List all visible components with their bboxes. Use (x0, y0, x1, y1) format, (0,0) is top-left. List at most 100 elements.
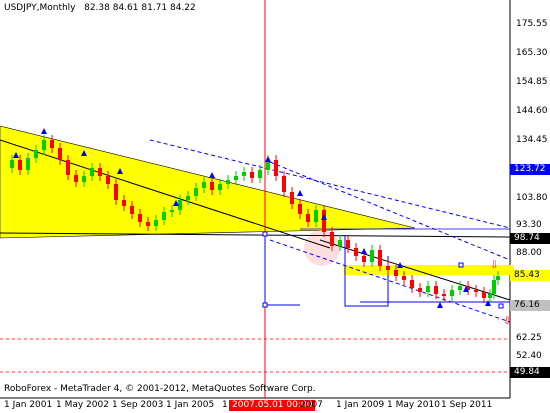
candle-body (218, 184, 222, 190)
candle-body (82, 176, 86, 182)
candle-body (74, 175, 78, 182)
candle-body (114, 184, 118, 200)
candle-body (154, 220, 158, 226)
fractal-arrow-icon (265, 156, 271, 162)
price-label: 154.85 (516, 77, 548, 87)
candle-body (442, 294, 446, 296)
price-tag-98: 98.74 (510, 233, 550, 244)
price-label: 62.25 (516, 333, 542, 343)
price-label: 165.30 (516, 48, 548, 58)
candle-body (98, 168, 102, 176)
date-label: 1 Jan 2001 (4, 400, 53, 410)
candle-body (474, 290, 478, 292)
candle-body (370, 250, 374, 262)
candle-body (18, 160, 22, 170)
price-label: 175.55 (516, 19, 548, 29)
candle-body (496, 276, 500, 280)
candle-body (298, 204, 302, 214)
forecast-up-arrow-icon: ⇩ (490, 260, 498, 271)
candle-body (50, 140, 54, 148)
candle-body (138, 214, 142, 222)
candle-body (162, 212, 166, 220)
candle-body (346, 240, 350, 248)
candle-body (458, 286, 462, 290)
candle-body (394, 270, 398, 276)
candle-body (338, 240, 342, 246)
candle-body (90, 168, 94, 176)
candle-body (226, 180, 230, 184)
candle-body (186, 196, 190, 200)
price-label: 88.00 (516, 248, 542, 258)
candle-body (258, 170, 262, 178)
price-tag-76: 76.16 (510, 300, 550, 311)
date-label-prefix: 1 (222, 400, 228, 410)
yellow-triangle-zone (0, 125, 416, 239)
candle-body (42, 140, 46, 150)
candle-body (242, 172, 246, 176)
ohlc-values: 82.38 84.61 81.71 84.22 (84, 3, 196, 13)
candle-body (322, 210, 326, 232)
fractal-arrow-icon (209, 172, 215, 178)
candle-body (274, 160, 278, 176)
candle-body (250, 172, 254, 178)
candle-body (106, 176, 110, 184)
candle-body (418, 288, 422, 292)
fractal-arrow-icon (297, 190, 303, 196)
fractal-arrow-icon (361, 248, 367, 254)
candle-body (386, 266, 390, 270)
candle-body (410, 280, 414, 288)
candle-body (402, 276, 406, 280)
price-tag-123: 123.72 (510, 164, 550, 175)
candle-body (282, 176, 286, 192)
symbol-header: USDJPY,Monthly 82.38 84.61 81.71 84.22 (4, 3, 196, 14)
footer-copyright: RoboForex - MetaTrader 4, © 2001-2012, M… (4, 384, 316, 394)
yellow-band-zone (344, 265, 514, 275)
anchor-point (262, 231, 268, 237)
candle-body (122, 200, 126, 206)
date-label: 1 May 2010 (387, 400, 440, 410)
price-label: 134.45 (516, 135, 548, 145)
candle-body (10, 160, 14, 168)
candle-body (450, 290, 454, 296)
price-tag-85: 85.43 (510, 270, 550, 281)
candle-body (330, 232, 334, 246)
price-label: 144.60 (516, 106, 548, 116)
candle-body (434, 286, 438, 294)
candle-body (492, 280, 496, 294)
price-tag-49: 49.84 (510, 367, 550, 378)
candle-body (130, 206, 134, 214)
price-chart[interactable]: ⇩⇩ (0, 0, 550, 413)
price-label: 103.80 (516, 193, 548, 203)
candle-body (314, 210, 318, 222)
candle-body (202, 182, 206, 188)
date-label: 2007 (300, 400, 323, 410)
candle-body (210, 182, 214, 190)
candle-body (488, 294, 492, 298)
candle-body (178, 200, 182, 210)
price-label: 52.40 (516, 351, 542, 361)
fractal-arrow-icon (437, 302, 443, 308)
candle-body (146, 222, 150, 226)
date-label: 1 Jan 2005 (166, 400, 215, 410)
date-label: 1 Sep 2003 (112, 400, 164, 410)
price-label: 93.30 (516, 220, 542, 230)
candle-body (354, 248, 358, 256)
channel-lower-line (269, 239, 511, 323)
forecast-down-arrow-icon: ⇩ (503, 316, 511, 327)
fractal-arrow-icon (41, 128, 47, 134)
candle-body (66, 160, 70, 175)
chart-window[interactable]: ⇩ ⇩ USDJPY,Monthly 82.38 84.61 81.71 84.2… (0, 0, 550, 413)
candle-body (170, 210, 174, 212)
candle-body (234, 176, 238, 180)
date-label: 1 May 2002 (56, 400, 109, 410)
candle-body (34, 150, 38, 158)
date-label: 1 Sep 2011 (441, 400, 493, 410)
candle-body (290, 192, 294, 204)
structure-box-left (264, 236, 300, 306)
candle-body (194, 188, 198, 196)
anchor-point (458, 262, 464, 268)
candle-body (426, 286, 430, 292)
anchor-point (498, 303, 504, 309)
candle-body (306, 214, 310, 222)
anchor-point (262, 302, 268, 308)
